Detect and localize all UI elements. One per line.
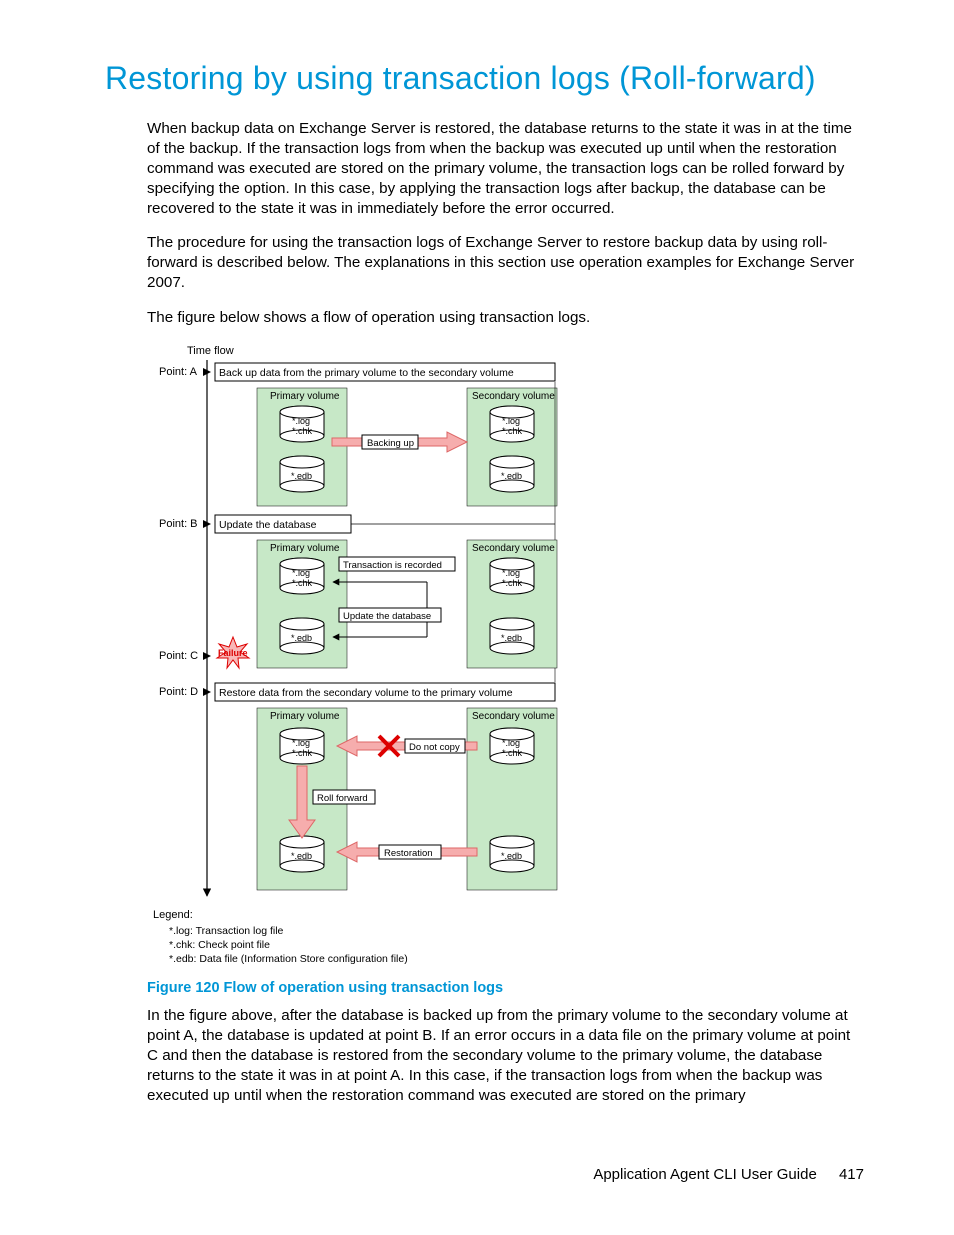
point-d-label: Point: D (159, 686, 198, 698)
time-flow-label: Time flow (187, 345, 234, 357)
svg-text:*.chk: *.chk (502, 578, 523, 588)
step-d-text: Restore data from the secondary volume t… (219, 687, 513, 699)
svg-text:*.log: *.log (502, 416, 520, 426)
svg-text:*.chk: *.chk (292, 426, 313, 436)
svg-text:Do not copy: Do not copy (409, 742, 460, 753)
point-a-label: Point: A (159, 366, 198, 378)
svg-text:*.chk: *.chk (292, 578, 313, 588)
footer-text: Application Agent CLI User Guide (593, 1166, 816, 1183)
svg-text:*.edb: *.edb (291, 471, 312, 481)
svg-text:*.chk: *.chk (292, 748, 313, 758)
svg-text:*.chk: *.chk (502, 748, 523, 758)
legend-3: *.edb: Data file (Information Store conf… (169, 953, 408, 965)
svg-text:Restoration: Restoration (384, 848, 433, 859)
svg-text:Primary volume: Primary volume (270, 391, 340, 402)
legend-heading: Legend: (153, 909, 193, 921)
legend-1: *.log: Transaction log file (169, 925, 284, 937)
paragraph-1: When backup data on Exchange Server is r… (147, 119, 865, 219)
section-d: Primary volume *.log *.chk *.edb (257, 708, 557, 890)
point-c-label: Point: C (159, 650, 198, 662)
para1-part-b: option. In this case, by applying the tr… (147, 180, 826, 217)
section-a: Primary volume *.log *.chk *.edb (257, 388, 557, 506)
svg-text:*.log: *.log (292, 568, 310, 578)
svg-text:*.log: *.log (502, 738, 520, 748)
svg-text:*.chk: *.chk (502, 426, 523, 436)
svg-text:*.edb: *.edb (291, 851, 312, 861)
svg-text:Backing up: Backing up (367, 438, 414, 449)
page-footer: Application Agent CLI User Guide 417 (593, 1166, 864, 1183)
paragraph-3: The figure below shows a flow of operati… (147, 308, 865, 328)
svg-text:Transaction is recorded: Transaction is recorded (343, 560, 442, 571)
section-b: Primary volume *.log *.chk *.edb (217, 540, 557, 668)
svg-text:*.edb: *.edb (501, 471, 522, 481)
paragraph-4: In the figure above, after the database … (147, 1006, 865, 1106)
svg-text:Primary volume: Primary volume (270, 543, 340, 554)
step-b-text: Update the database (219, 519, 317, 531)
figure-120: Time flow Point: A Point: B Point: C Poi… (147, 342, 865, 970)
svg-text:*.log: *.log (502, 568, 520, 578)
legend-2: *.chk: Check point file (169, 939, 270, 951)
svg-text:*.log: *.log (292, 416, 310, 426)
svg-text:*.edb: *.edb (501, 633, 522, 643)
svg-text:Secondary volume: Secondary volume (472, 391, 555, 402)
svg-text:*.edb: *.edb (291, 633, 312, 643)
svg-text:Primary volume: Primary volume (270, 711, 340, 722)
footer-page-number: 417 (839, 1166, 864, 1183)
svg-text:Roll forward: Roll forward (317, 793, 368, 804)
svg-text:Failure: Failure (218, 648, 248, 658)
svg-text:Update the database: Update the database (343, 611, 431, 622)
svg-text:Secondary volume: Secondary volume (472, 543, 555, 554)
figure-caption: Figure 120 Flow of operation using trans… (147, 980, 865, 996)
paragraph-2: The procedure for using the transaction … (147, 233, 865, 293)
svg-text:Secondary volume: Secondary volume (472, 711, 555, 722)
svg-text:*.edb: *.edb (501, 851, 522, 861)
point-b-label: Point: B (159, 518, 198, 530)
step-a-text: Back up data from the primary volume to … (219, 367, 514, 379)
svg-text:*.log: *.log (292, 738, 310, 748)
page-heading: Restoring by using transaction logs (Rol… (105, 60, 865, 97)
